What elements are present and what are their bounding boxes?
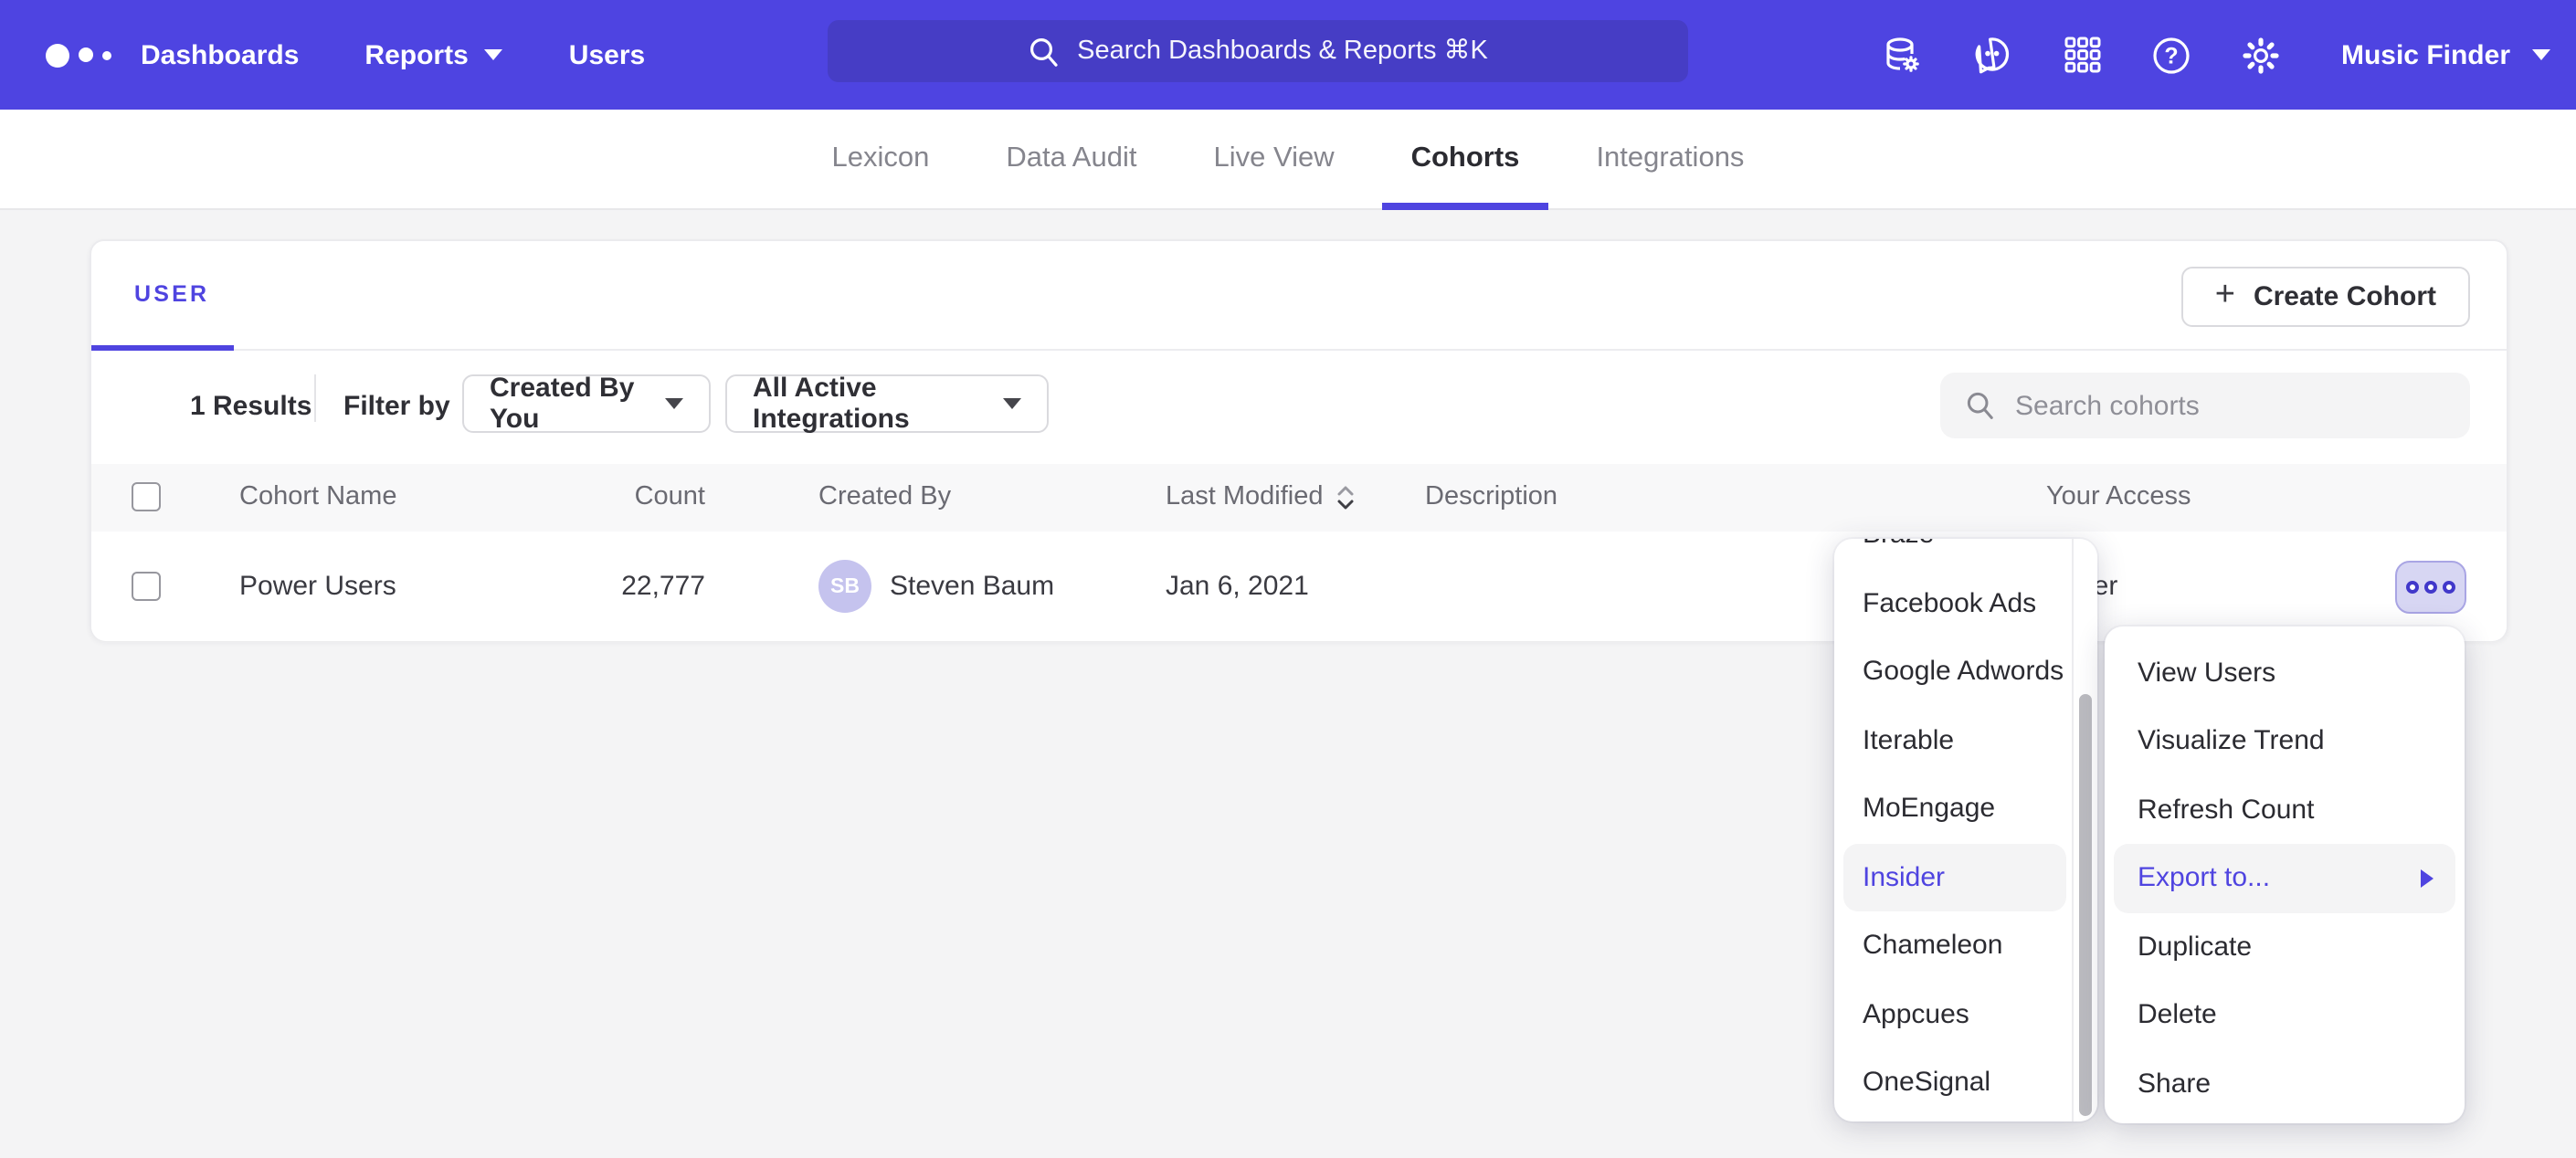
svg-text:?: ?: [2165, 43, 2179, 68]
chevron-down-icon: [1003, 397, 1021, 408]
column-your-access: Your Access: [2046, 483, 2191, 512]
mixpanel-logo-icon[interactable]: [46, 43, 126, 67]
menu-item-view-users[interactable]: View Users: [2105, 638, 2465, 707]
scrollbar-thumb[interactable]: [2078, 694, 2091, 1116]
row-actions-menu: View Users Visualize Trend Refresh Count…: [2105, 626, 2465, 1123]
section-tabs: Lexicon Data Audit Live View Cohorts Int…: [0, 110, 2576, 209]
submenu-item-facebook-ads[interactable]: Facebook Ads: [1833, 569, 2073, 637]
divider: [314, 374, 316, 421]
submenu-item-chameleon[interactable]: Chameleon: [1833, 911, 2073, 980]
tab-live-view[interactable]: Live View: [1213, 110, 1334, 207]
created-by-filter[interactable]: Created By You: [462, 374, 711, 432]
submenu-item-google-adwords[interactable]: Google Adwords: [1833, 637, 2073, 706]
created-by-filter-value: Created By You: [490, 372, 647, 434]
chevron-down-icon: [485, 49, 503, 60]
submenu-item-appcues[interactable]: Appcues: [1833, 980, 2073, 1048]
column-count: Count: [422, 483, 705, 512]
nav-reports-label: Reports: [364, 39, 468, 70]
global-search-input[interactable]: Search Dashboards & Reports ⌘K: [828, 20, 1688, 82]
navbar-actions: ? Music Finder: [1883, 0, 2550, 110]
chevron-down-icon: [665, 397, 683, 408]
table-row: Power Users 22,777 SB Steven Baum Jan 6,…: [90, 532, 2506, 641]
chevron-down-icon: [2532, 49, 2550, 60]
table-header: Cohort Name Count Created By Last Modifi…: [90, 463, 2506, 532]
submenu-item-insider[interactable]: Insider: [1842, 843, 2065, 911]
avatar: SB: [818, 560, 871, 613]
column-last-modified-label: Last Modified: [1166, 483, 1324, 512]
nav-users[interactable]: Users: [569, 39, 645, 70]
dot-icon: [2406, 581, 2419, 594]
menu-item-export-to[interactable]: Export to...: [2114, 844, 2455, 912]
project-name: Music Finder: [2341, 39, 2510, 70]
submenu-item-onesignal[interactable]: OneSignal: [1833, 1048, 2073, 1117]
menu-item-refresh-count[interactable]: Refresh Count: [2105, 775, 2465, 844]
create-cohort-button[interactable]: + Create Cohort: [2182, 266, 2469, 326]
column-cohort-name: Cohort Name: [239, 483, 396, 512]
menu-item-delete[interactable]: Delete: [2105, 981, 2465, 1049]
tab-integrations[interactable]: Integrations: [1596, 110, 1744, 207]
top-navbar: Dashboards Reports Users Search Dashboar…: [0, 0, 2576, 110]
search-icon: [1966, 391, 1995, 420]
submenu-arrow-icon: [2421, 869, 2433, 888]
app-root: Dashboards Reports Users Search Dashboar…: [0, 0, 2576, 1158]
menu-item-export-to-label: Export to...: [2138, 863, 2270, 894]
filter-by-label: Filter by: [343, 390, 450, 421]
create-cohort-label: Create Cohort: [2254, 280, 2436, 311]
help-icon[interactable]: ?: [2151, 34, 2193, 76]
primary-nav: Dashboards Reports Users: [141, 39, 645, 70]
cohort-search-input[interactable]: Search cohorts: [1940, 373, 2470, 438]
submenu-item-iterable[interactable]: Iterable: [1833, 706, 2073, 774]
menu-item-share[interactable]: Share: [2105, 1049, 2465, 1118]
column-description: Description: [1425, 483, 1557, 512]
submenu-item-braze[interactable]: Braze: [1833, 539, 2073, 569]
sort-icon: [1336, 484, 1357, 511]
dot-icon: [2443, 581, 2455, 594]
last-modified-cell: Jan 6, 2021: [1166, 571, 1309, 602]
cohorts-panel: USER + Create Cohort 1 Results Filter by…: [89, 238, 2507, 641]
tab-lexicon[interactable]: Lexicon: [832, 110, 930, 207]
apps-grid-icon[interactable]: [2062, 34, 2104, 76]
menu-item-visualize-trend[interactable]: Visualize Trend: [2105, 707, 2465, 775]
project-switcher[interactable]: Music Finder: [2341, 39, 2550, 70]
cohort-count: 22,777: [422, 571, 705, 602]
global-search-placeholder: Search Dashboards & Reports ⌘K: [1077, 37, 1488, 66]
nav-dashboards[interactable]: Dashboards: [141, 39, 299, 70]
more-actions-button[interactable]: [2395, 561, 2466, 614]
submenu-item-moengage[interactable]: MoEngage: [1833, 774, 2073, 843]
column-created-by: Created By: [818, 483, 951, 512]
tab-user[interactable]: USER: [134, 280, 209, 306]
cohort-search-placeholder: Search cohorts: [2015, 390, 2200, 421]
search-icon: [1028, 36, 1059, 67]
dot-icon: [2424, 581, 2437, 594]
menu-item-duplicate[interactable]: Duplicate: [2105, 912, 2465, 981]
results-count: 1 Results: [190, 390, 311, 421]
row-checkbox[interactable]: [132, 572, 161, 601]
created-by-name: Steven Baum: [890, 571, 1054, 602]
export-submenu: Braze Facebook Ads Google Adwords Iterab…: [1833, 539, 2096, 1121]
column-last-modified[interactable]: Last Modified: [1166, 483, 1357, 512]
tab-cohorts[interactable]: Cohorts: [1411, 110, 1520, 207]
nav-reports[interactable]: Reports: [364, 39, 502, 70]
cohort-name-link[interactable]: Power Users: [239, 571, 396, 602]
export-submenu-list: Braze Facebook Ads Google Adwords Iterab…: [1833, 539, 2096, 1117]
panel-tab-strip: USER + Create Cohort: [90, 240, 2506, 350]
plus-icon: +: [2215, 277, 2235, 311]
integrations-filter-value: All Active Integrations: [753, 372, 985, 434]
data-management-icon[interactable]: [1883, 34, 1925, 76]
select-all-checkbox[interactable]: [132, 483, 161, 512]
integrations-filter[interactable]: All Active Integrations: [725, 374, 1049, 432]
created-by-cell: SB Steven Baum: [818, 560, 1054, 613]
scrollbar-track[interactable]: [2071, 539, 2096, 1121]
filter-row: 1 Results Filter by Created By You All A…: [90, 350, 2506, 463]
tab-data-audit[interactable]: Data Audit: [1006, 110, 1136, 207]
feedback-icon[interactable]: [1972, 34, 2014, 76]
settings-icon[interactable]: [2241, 34, 2283, 76]
